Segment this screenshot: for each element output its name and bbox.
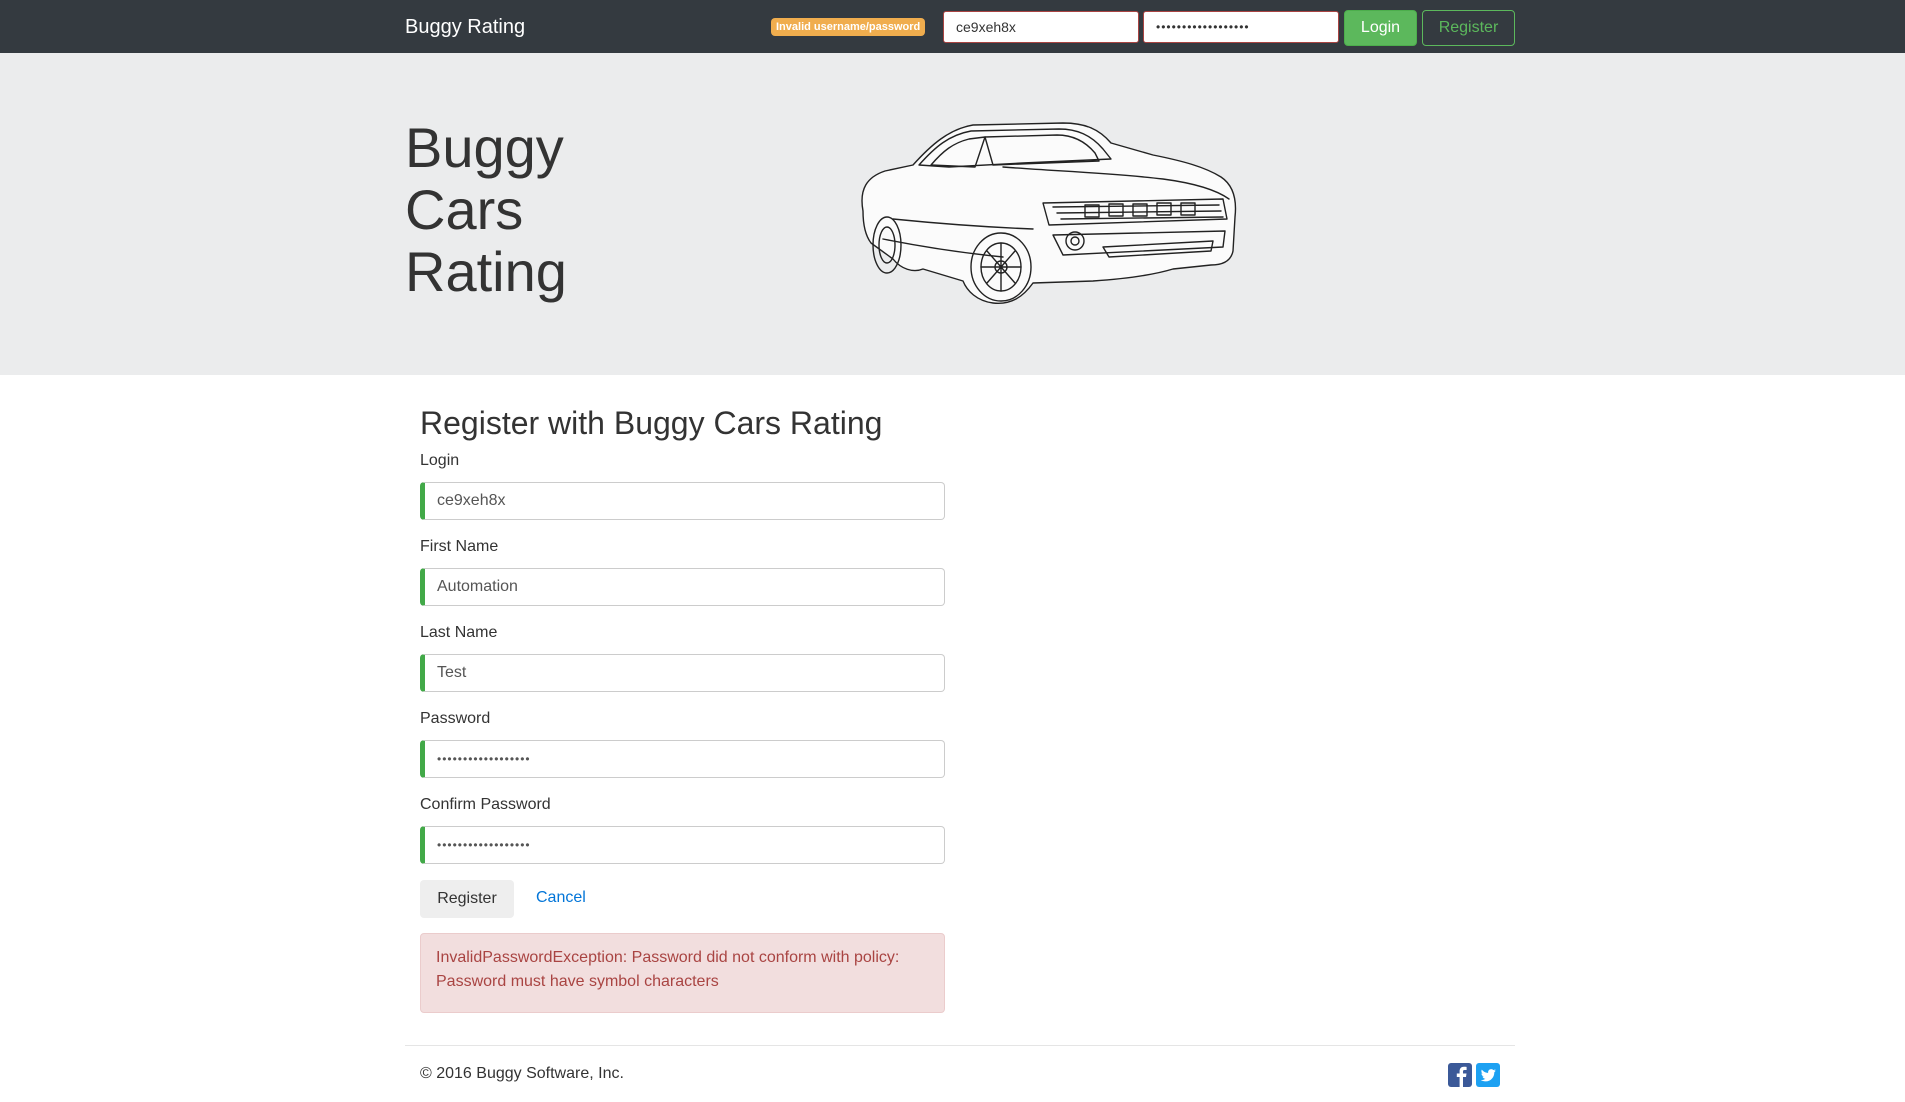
navbar-login-input[interactable]: ce9xeh8x — [943, 11, 1139, 43]
hero-title: Buggy Cars Rating — [405, 116, 567, 303]
brand-link[interactable]: Buggy Rating — [405, 14, 525, 40]
navbar-register-button[interactable]: Register — [1422, 10, 1515, 46]
top-navbar: Buggy Rating Invalid username/password c… — [0, 0, 1905, 53]
confirm-password-input[interactable]: •••••••••••••••••• — [420, 826, 945, 864]
error-alert: InvalidPasswordException: Password did n… — [420, 933, 945, 1013]
password-input[interactable]: •••••••••••••••••• — [420, 740, 945, 778]
footer-copyright: © 2016 Buggy Software, Inc. — [420, 1065, 624, 1082]
login-input[interactable]: ce9xeh8x — [420, 482, 945, 520]
twitter-icon[interactable] — [1476, 1063, 1500, 1087]
sports-car-icon — [861, 122, 1237, 304]
login-label: Login — [420, 452, 460, 469]
facebook-icon[interactable] — [1448, 1063, 1472, 1087]
cancel-link[interactable]: Cancel — [536, 888, 586, 908]
register-submit-button[interactable]: Register — [420, 880, 514, 918]
last-name-label: Last Name — [420, 624, 498, 641]
last-name-input[interactable]: Test — [420, 654, 945, 692]
password-label: Password — [420, 710, 491, 727]
hero-banner: Buggy Cars Rating — [0, 53, 1905, 375]
first-name-input[interactable]: Automation — [420, 568, 945, 606]
register-form-title: Register with Buggy Cars Rating — [420, 405, 883, 441]
confirm-password-label: Confirm Password — [420, 796, 551, 813]
navbar-password-input[interactable]: •••••••••••••••••• — [1143, 11, 1339, 43]
first-name-label: First Name — [420, 538, 499, 555]
navbar-login-button[interactable]: Login — [1344, 10, 1417, 46]
login-error-badge: Invalid username/password — [771, 18, 926, 36]
footer-divider — [405, 1045, 1515, 1046]
